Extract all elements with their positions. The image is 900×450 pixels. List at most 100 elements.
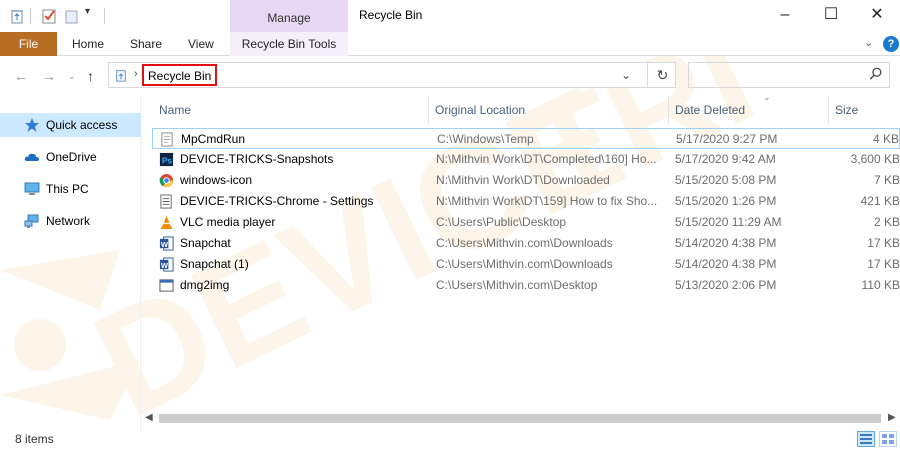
tab-home[interactable]: Home (72, 32, 104, 56)
nav-item-quick-access[interactable]: Quick access (0, 113, 141, 137)
nav-item-label: This PC (46, 182, 89, 196)
tab-recycle-bin-tools[interactable]: Recycle Bin Tools (230, 32, 348, 56)
network-icon (24, 214, 39, 228)
nav-item-onedrive[interactable]: OneDrive (0, 145, 141, 169)
file-name: DEVICE-TRICKS-Chrome - Settings (180, 194, 374, 208)
column-divider[interactable] (828, 96, 829, 124)
help-icon[interactable]: ? (883, 36, 899, 52)
svg-text:W: W (161, 240, 169, 249)
search-icon[interactable] (869, 67, 883, 81)
svg-text:Ps: Ps (162, 155, 173, 165)
file-date-deleted: 5/15/2020 1:26 PM (675, 194, 777, 208)
refresh-button[interactable]: ↻ (647, 62, 677, 88)
file-size: 7 KB (873, 173, 900, 187)
tab-file[interactable]: File (0, 32, 57, 56)
details-view-icon (860, 434, 872, 444)
star-icon (25, 118, 39, 132)
properties-icon[interactable] (41, 8, 57, 24)
file-size: 110 KB (861, 278, 900, 292)
file-row[interactable]: MpCmdRun C:\Windows\Temp 5/17/2020 9:27 PM… (152, 128, 900, 149)
file-original-location: C:\Users\Mithvin.com\Downloads (436, 257, 613, 271)
tab-share[interactable]: Share (130, 32, 162, 56)
search-input[interactable] (688, 62, 890, 88)
column-divider[interactable] (428, 96, 429, 124)
file-original-location: N:\Mithvin Work\DT\Completed\160] Ho... (436, 152, 657, 166)
word-file-icon: W (159, 257, 174, 272)
file-row[interactable]: VLC media player C:\Users\Public\Desktop 5… (152, 212, 900, 233)
forward-button[interactable]: → (42, 68, 56, 84)
file-row[interactable]: dmg2img C:\Users\Mithvin.com\Desktop 5/13/… (152, 275, 900, 296)
file-original-location: N:\Mithvin Work\DT\159] How to fix Sho..… (436, 194, 658, 208)
text-file-icon (161, 132, 173, 147)
file-date-deleted: 5/17/2020 9:27 PM (676, 132, 778, 146)
navigation-pane: Quick access OneDrive This PC Network (0, 96, 141, 432)
column-header-name[interactable]: Name (159, 96, 191, 124)
recent-locations-icon[interactable]: ⌄ (68, 71, 76, 82)
column-header-size[interactable]: Size (835, 96, 858, 124)
address-dropdown-icon[interactable]: ⌄ (621, 68, 631, 82)
customize-qa-dropdown-icon[interactable]: ▾ (85, 6, 90, 17)
window-title: Recycle Bin (359, 8, 423, 22)
nav-item-label: OneDrive (46, 150, 97, 164)
file-size: 2 KB (873, 215, 900, 229)
file-size: 17 KB (867, 257, 900, 271)
application-icon (159, 279, 174, 292)
recycle-bin-icon[interactable] (9, 8, 25, 24)
file-date-deleted: 5/14/2020 4:38 PM (675, 236, 777, 250)
nav-item-label: Quick access (46, 118, 118, 132)
address-bar[interactable]: › Recycle Bin ⌄ ↻ (108, 62, 676, 88)
scroll-left-icon[interactable]: ◀ (145, 412, 153, 423)
tab-manage[interactable]: Manage (230, 0, 348, 32)
tab-view[interactable]: View (188, 32, 214, 56)
file-original-location: N:\Mithvin Work\DT\Downloaded (436, 173, 610, 187)
file-date-deleted: 5/15/2020 5:08 PM (675, 173, 777, 187)
column-header-original-location[interactable]: Original Location (435, 96, 525, 124)
file-original-location: C:\Users\Public\Desktop (436, 215, 567, 229)
file-row[interactable]: W Snapchat C:\Users\Mithvin.com\Downloads 5… (152, 233, 900, 254)
close-button[interactable]: ✕ (862, 4, 892, 26)
photoshop-file-icon: Ps (159, 152, 174, 167)
file-name: DEVICE-TRICKS-Snapshots (180, 152, 334, 166)
chrome-file-icon (159, 173, 174, 188)
large-icons-view-button[interactable] (879, 431, 897, 447)
file-name: Snapchat (180, 236, 231, 250)
scroll-right-icon[interactable]: ▶ (888, 412, 896, 423)
divider (104, 8, 105, 24)
sort-descending-icon: ⌄ (763, 92, 771, 102)
document-file-icon (160, 194, 172, 209)
file-name: Snapchat (1) (180, 257, 249, 271)
file-row[interactable]: W Snapchat (1) C:\Users\Mithvin.com\Downlo… (152, 254, 900, 275)
minimize-button[interactable]: – (770, 4, 800, 26)
up-button[interactable]: ↑ (87, 68, 94, 84)
breadcrumb-recycle-bin[interactable]: Recycle Bin (142, 64, 218, 86)
vlc-icon (160, 215, 173, 230)
file-original-location: C:\Windows\Temp (437, 132, 534, 146)
large-icons-view-icon (882, 434, 894, 444)
ribbon-tabs: File Home Share View Recycle Bin Tools ⌄ (0, 32, 900, 56)
title-bar: ▾ Manage Recycle Bin – ☐ ✕ (0, 0, 900, 32)
file-size: 4 KB (872, 132, 899, 146)
file-size: 17 KB (867, 236, 900, 250)
breadcrumb-separator-icon: › (134, 68, 138, 80)
nav-item-network[interactable]: Network (0, 209, 141, 233)
horizontal-scrollbar[interactable]: ◀ ▶ (141, 410, 900, 428)
file-name: dmg2img (180, 278, 230, 292)
back-button[interactable]: ← (14, 68, 28, 84)
column-divider[interactable] (668, 96, 669, 124)
file-row[interactable]: DEVICE-TRICKS-Chrome - Settings N:\Mithvi… (152, 191, 900, 212)
nav-item-label: Network (46, 214, 91, 228)
file-name: MpCmdRun (181, 132, 246, 146)
file-row[interactable]: windows-icon N:\Mithvin Work\DT\Downloade… (152, 170, 900, 191)
scrollbar-thumb[interactable] (159, 414, 881, 423)
file-size: 421 KB (860, 194, 900, 208)
file-size: 3,600 KB (850, 152, 900, 166)
column-header-date-deleted[interactable]: Date Deleted (675, 96, 745, 124)
new-folder-icon[interactable] (64, 8, 80, 24)
nav-item-this-pc[interactable]: This PC (0, 177, 141, 201)
recycle-bin-icon (116, 70, 126, 82)
file-date-deleted: 5/14/2020 4:38 PM (675, 257, 777, 271)
maximize-button[interactable]: ☐ (816, 4, 846, 26)
file-row[interactable]: Ps DEVICE-TRICKS-Snapshots N:\Mithvin Work… (152, 149, 900, 170)
details-view-button[interactable] (857, 431, 875, 447)
expand-ribbon-icon[interactable]: ⌄ (864, 36, 873, 49)
